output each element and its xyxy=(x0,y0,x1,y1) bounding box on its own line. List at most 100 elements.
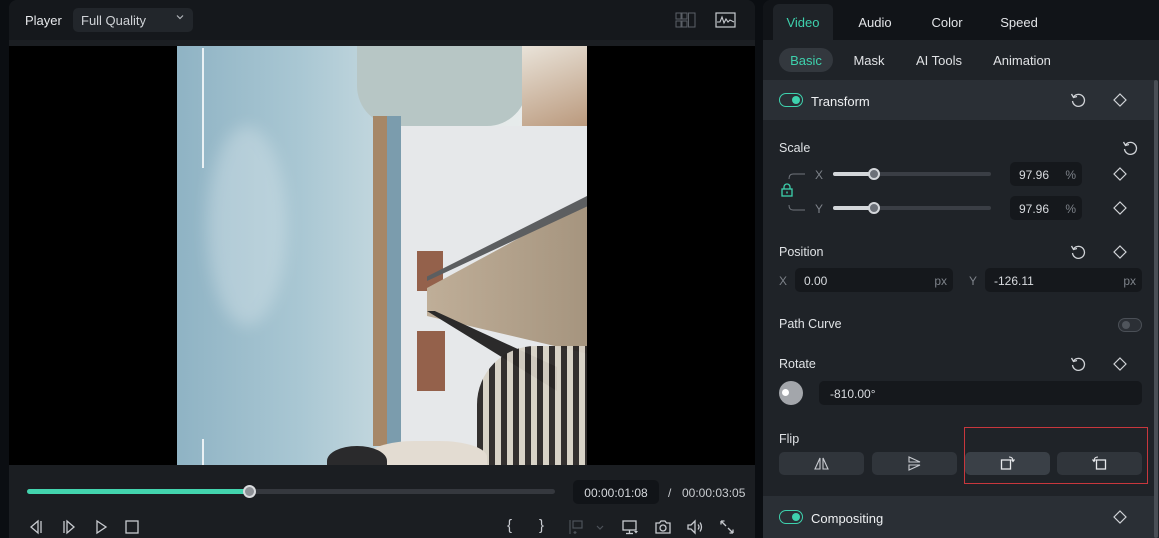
tab-speed[interactable]: Speed xyxy=(989,4,1049,40)
current-timecode[interactable]: 00:00:01:08 xyxy=(573,480,659,504)
compositing-section-header[interactable]: Compositing xyxy=(763,496,1155,538)
fullscreen-button[interactable] xyxy=(718,518,736,536)
player-title: Player xyxy=(25,13,62,28)
flip-horizontal-button[interactable] xyxy=(779,452,864,475)
chevron-down-icon xyxy=(176,15,184,20)
video-viewport[interactable] xyxy=(9,46,755,465)
compositing-toggle[interactable] xyxy=(779,510,803,524)
scale-y-slider[interactable] xyxy=(833,202,991,214)
position-x-value: 0.00 xyxy=(804,274,828,288)
scale-x-keyframe-button[interactable] xyxy=(1112,166,1128,182)
position-x-input[interactable]: 0.00 px xyxy=(795,268,953,292)
rotate-input[interactable]: -810.00° xyxy=(819,381,1142,405)
stop-button[interactable] xyxy=(123,518,141,536)
camera-icon xyxy=(655,520,671,534)
keyframe-diamond-icon xyxy=(1113,167,1127,181)
scale-x-handle[interactable] xyxy=(868,168,881,180)
marker-options-dropdown[interactable] xyxy=(591,518,609,536)
property-tabs: Video Audio Color Speed xyxy=(763,0,1159,40)
properties-scrollbar[interactable] xyxy=(1154,80,1158,538)
snapshot-button[interactable] xyxy=(654,518,672,536)
speaker-icon xyxy=(687,519,703,535)
keyframe-diamond-icon xyxy=(1113,357,1127,371)
rotate-clockwise-icon xyxy=(1000,456,1015,470)
rotate-clockwise-button[interactable] xyxy=(965,452,1050,475)
scale-label: Scale xyxy=(779,141,811,155)
keyframe-diamond-icon xyxy=(1113,245,1127,259)
playback-timeline[interactable] xyxy=(27,485,555,498)
rotate-reset-button[interactable] xyxy=(1070,356,1086,372)
next-frame-button[interactable] xyxy=(60,518,78,536)
waveform-monitor-icon[interactable] xyxy=(715,11,737,29)
scale-y-label: Y xyxy=(815,202,824,216)
compositing-keyframe-button[interactable] xyxy=(1112,509,1128,525)
rotate-keyframe-button[interactable] xyxy=(1112,356,1128,372)
transform-keyframe-button[interactable] xyxy=(1112,92,1128,108)
lock-icon xyxy=(781,183,793,197)
transform-reset-button[interactable] xyxy=(1070,92,1086,108)
marker-insert-icon xyxy=(569,520,583,534)
step-back-icon xyxy=(30,519,42,535)
display-settings-button[interactable] xyxy=(621,518,639,536)
scale-lock-button[interactable] xyxy=(780,183,794,197)
play-button[interactable] xyxy=(92,518,110,536)
transform-toggle[interactable] xyxy=(779,93,803,107)
scale-x-unit: % xyxy=(1065,168,1076,182)
keyframe-diamond-icon xyxy=(1113,201,1127,215)
reset-icon xyxy=(1122,141,1138,155)
tab-video[interactable]: Video xyxy=(773,4,833,40)
subtab-basic[interactable]: Basic xyxy=(779,48,833,72)
subtab-mask[interactable]: Mask xyxy=(845,48,893,72)
playhead-handle[interactable] xyxy=(242,485,256,498)
expand-icon xyxy=(720,520,734,534)
subtab-animation[interactable]: Animation xyxy=(985,48,1059,72)
subtab-ai-tools[interactable]: AI Tools xyxy=(909,48,969,72)
mark-in-button[interactable]: { xyxy=(507,517,512,534)
reset-icon xyxy=(1070,357,1086,371)
player-panel: Player Full Quality 00:00:01:08 / 00:00:… xyxy=(9,0,755,538)
flip-vertical-icon xyxy=(908,456,921,471)
position-keyframe-button[interactable] xyxy=(1112,244,1128,260)
player-header: Player Full Quality xyxy=(9,0,755,40)
position-label: Position xyxy=(779,245,824,259)
insert-marker-button[interactable] xyxy=(567,518,585,536)
rotate-dial-indicator xyxy=(782,389,789,396)
rotate-label: Rotate xyxy=(779,357,816,371)
flip-label: Flip xyxy=(779,432,800,446)
scale-y-keyframe-button[interactable] xyxy=(1112,200,1128,216)
previous-frame-button[interactable] xyxy=(27,518,45,536)
step-forward-icon xyxy=(63,519,75,535)
time-separator: / xyxy=(668,486,672,500)
scale-y-handle[interactable] xyxy=(868,202,881,214)
grid-view-icon[interactable] xyxy=(675,11,697,29)
position-y-label: Y xyxy=(969,274,978,288)
rotate-dial[interactable] xyxy=(779,381,803,405)
transform-section-header[interactable]: Transform xyxy=(763,80,1155,120)
position-reset-button[interactable] xyxy=(1070,244,1086,260)
scale-x-slider[interactable] xyxy=(833,168,991,180)
scale-x-input[interactable]: 97.96 % xyxy=(1010,162,1082,186)
position-y-value: -126.11 xyxy=(994,274,1034,288)
position-y-input[interactable]: -126.11 px xyxy=(985,268,1142,292)
scale-x-value: 97.96 xyxy=(1019,168,1050,182)
keyframe-diamond-icon xyxy=(1113,510,1127,524)
volume-button[interactable] xyxy=(686,518,704,536)
monitor-icon xyxy=(622,520,638,535)
play-icon xyxy=(96,519,108,535)
path-curve-label: Path Curve xyxy=(779,317,842,331)
scale-reset-button[interactable] xyxy=(1122,140,1138,156)
position-y-unit: px xyxy=(1123,274,1136,288)
reset-icon xyxy=(1070,245,1086,259)
path-curve-toggle[interactable] xyxy=(1118,318,1142,332)
tab-color[interactable]: Color xyxy=(917,4,977,40)
tab-audio[interactable]: Audio xyxy=(845,4,905,40)
rotate-counterclockwise-button[interactable] xyxy=(1057,452,1142,475)
mark-out-button[interactable]: } xyxy=(539,517,544,534)
properties-panel: Video Audio Color Speed Basic Mask AI To… xyxy=(763,0,1159,538)
editor-window: Player Full Quality 00:00:01:08 / 00:00:… xyxy=(0,0,1159,538)
quality-dropdown[interactable]: Full Quality xyxy=(73,8,193,32)
compositing-title: Compositing xyxy=(811,511,884,526)
flip-vertical-button[interactable] xyxy=(872,452,957,475)
scale-y-input[interactable]: 97.96 % xyxy=(1010,196,1082,220)
total-duration: 00:00:03:05 xyxy=(682,486,746,500)
